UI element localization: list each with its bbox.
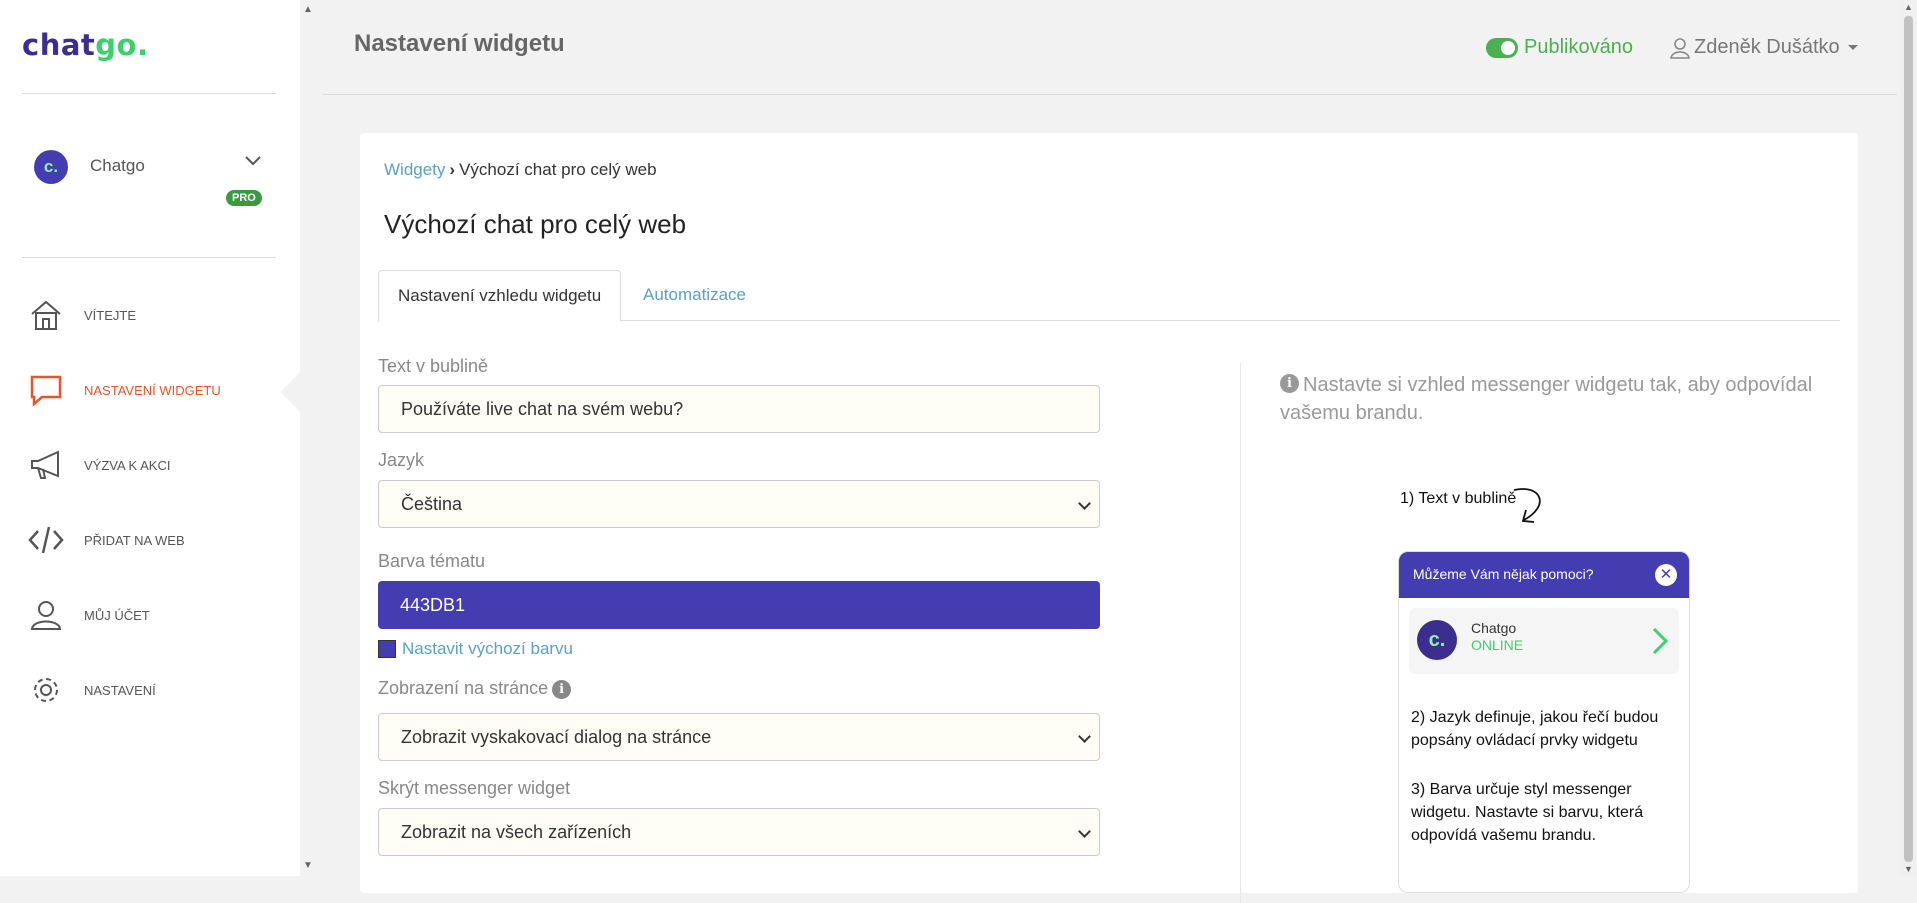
user-icon [1670,37,1690,59]
active-nav-indicator [280,372,300,412]
nav-label: PŘIDAT NA WEB [84,532,185,548]
chatgo-logo[interactable]: chatgo. [22,28,149,62]
preview-note-1: 1) Text v bublině [1400,490,1517,507]
sidebar-divider [22,93,276,94]
chevron-right-icon: › [449,160,456,179]
curved-arrow-icon [1513,488,1541,523]
nav-label: VÝZVA K AKCI [84,457,171,473]
scroll-down-arrow-icon[interactable]: ▼ [1904,864,1913,874]
preview-header: Můžeme Vám nějak pomoci? ✕ [1399,552,1689,598]
scroll-up-arrow-icon[interactable]: ▲ [303,4,313,15]
theme-color-input[interactable]: 443DB1 [378,581,1100,629]
display-label: Zobrazení na stránce i [378,678,572,699]
user-name: Zdeněk Dušátko [1694,36,1840,58]
tab-automatizace[interactable]: Automatizace [624,270,765,320]
close-icon: ✕ [1655,564,1677,586]
toggle-switch-icon[interactable] [1486,37,1518,58]
reset-color-label: Nastavit výchozí barvu [402,639,574,658]
language-select[interactable]: Čeština [378,480,1100,528]
sidebar-divider [22,257,276,258]
breadcrumb-current: Výchozí chat pro celý web [459,160,657,179]
color-swatch [378,640,396,658]
language-label: Jazyk [378,450,425,470]
hide-widget-select[interactable]: Zobrazit na všech zařízeních [378,808,1100,856]
account-name: Chatgo [90,156,145,175]
page-title: Nastavení widgetu [354,30,565,57]
chevron-down-icon [1078,730,1091,743]
preview-agent-name: Chatgo [1471,620,1517,636]
scroll-up-arrow-icon[interactable]: ▲ [1904,2,1913,12]
widget-preview: Můžeme Vám nějak pomoci? ✕ c. Chatgo ONL… [1398,551,1690,893]
home-icon [28,297,64,333]
bubble-text-input[interactable]: Používáte live chat na svém webu? [378,385,1100,433]
code-icon [28,522,64,558]
nav-label: NASTAVENÍ WIDGETU [84,382,221,398]
display-select[interactable]: Zobrazit vyskakovací dialog na stránce [378,713,1100,761]
settings-card: Widgety › Výchozí chat pro celý web Výchoz… [360,133,1858,903]
nav-item-nastaveni[interactable]: NASTAVENÍ [28,668,288,712]
chevron-right-icon [1652,627,1669,655]
user-menu[interactable]: Zdeněk Dušátko [1670,36,1858,59]
scrollbar-thumb[interactable] [1904,16,1913,862]
nav-item-vitejte[interactable]: VÍTEJTE [28,293,288,337]
gear-icon [28,672,64,708]
help-text: i Nastavte si vzhled messenger widgetu ta… [1280,374,1813,424]
chevron-down-icon[interactable] [244,154,262,172]
chevron-down-icon [1078,497,1091,510]
breadcrumb-link-widgety[interactable]: Widgety [384,160,445,179]
account-avatar: c. [34,150,68,184]
publish-status: Publikováno [1524,36,1633,58]
nav-item-pridat-na-web[interactable]: PŘIDAT NA WEB [28,518,288,562]
card-title: Výchozí chat pro celý web [384,209,687,239]
column-divider [1240,363,1241,903]
preview-note-3: 3) Barva určuje styl messenger widgetu. … [1411,781,1644,844]
sidebar: chatgo. c. Chatgo PRO VÍTEJTE NASTAVENÍ … [0,0,300,876]
hide-widget-label: Skrýt messenger widget [378,778,571,798]
nav-label: MŮJ ÚČET [84,607,150,623]
nav-item-muj-ucet[interactable]: MŮJ ÚČET [28,593,288,637]
theme-color-label: Barva tématu [378,551,486,571]
bubble-text-label: Text v bublině [378,356,489,376]
account-switcher[interactable]: c. Chatgo PRO [34,148,274,212]
publish-toggle[interactable]: Publikováno [1486,36,1633,59]
preview-status: ONLINE [1471,637,1524,653]
breadcrumb: Widgety › Výchozí chat pro celý web [384,160,657,180]
preview-agent-row: c. Chatgo ONLINE [1409,608,1679,674]
chevron-down-icon [1078,825,1091,838]
nav-label: VÍTEJTE [84,307,137,323]
hide-widget-selected: Zobrazit na všech zařízeních [401,822,632,842]
nav-item-vyzva-k-akci[interactable]: VÝZVA K AKCI [28,443,288,487]
reset-color-link[interactable]: Nastavit výchozí barvu [378,639,573,659]
top-header: Nastavení widgetu Publikováno Zdeněk Duš… [323,0,1897,95]
info-icon: i [1280,374,1299,394]
megaphone-icon [28,447,64,483]
language-selected: Čeština [401,494,463,514]
nav-item-nastaveni-widgetu[interactable]: NASTAVENÍ WIDGETU [28,368,288,412]
page-scrollbar[interactable]: ▲ ▼ [1900,0,1917,876]
info-icon[interactable]: i [552,679,572,699]
tab-nastaveni-vzhledu[interactable]: Nastavení vzhledu widgetu [378,270,622,322]
chat-icon [28,372,64,408]
preview-avatar: c. [1417,620,1457,660]
scroll-down-arrow-icon[interactable]: ▼ [303,860,313,871]
nav-label: NASTAVENÍ [84,682,156,698]
user-icon [28,597,64,633]
tab-bar: Nastavení vzhledu widgetu Automatizace [378,270,1840,322]
pro-badge: PRO [226,190,262,206]
preview-note-2: 2) Jazyk definuje, jakou řečí budou pops… [1411,709,1659,749]
display-selected: Zobrazit vyskakovací dialog na stránce [401,727,712,747]
caret-down-icon [1847,45,1858,50]
